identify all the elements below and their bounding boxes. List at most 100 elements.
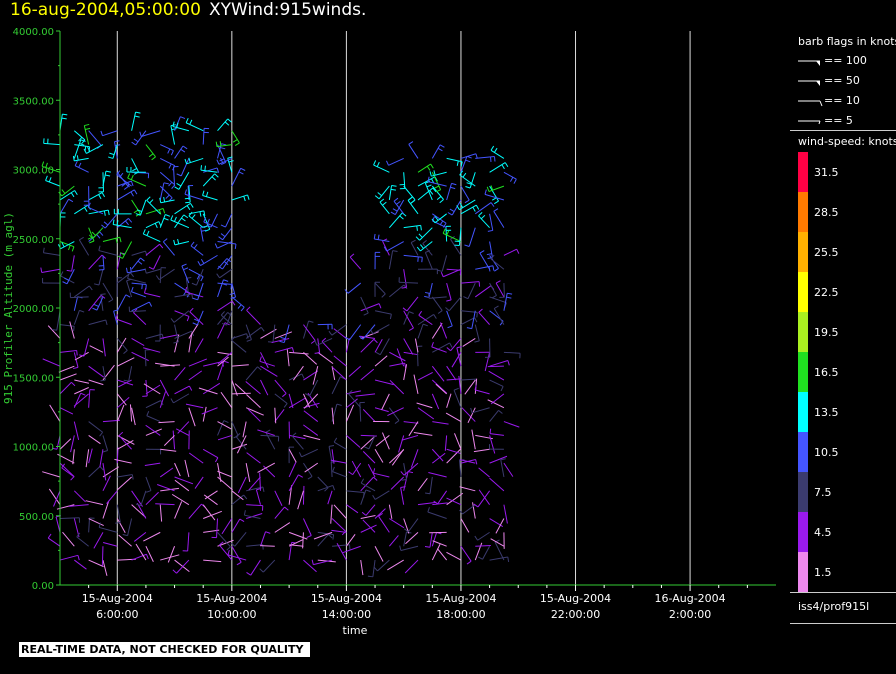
wind-barb-flag — [394, 420, 400, 424]
wind-barb-shaft — [331, 376, 341, 395]
wind-barb-shaft — [403, 463, 408, 480]
wind-barb-shaft — [389, 284, 405, 298]
legend-divider — [790, 592, 896, 593]
wind-barb-shaft — [217, 476, 233, 491]
wind-barb-shaft — [131, 301, 150, 312]
barb-symbol-icon — [798, 80, 820, 86]
wind-barb-flag — [184, 158, 188, 164]
wind-barb-flag — [364, 446, 370, 450]
wind-barb-shaft — [159, 467, 174, 478]
wind-barb-flag — [192, 297, 198, 301]
wind-barb-shaft — [373, 164, 390, 173]
speed-legend-row: 1.5 — [790, 552, 896, 592]
wind-barb-flag — [70, 476, 75, 481]
wind-barb-shaft — [43, 142, 61, 146]
wind-barb-flag — [100, 293, 106, 296]
speed-value-label: 10.5 — [814, 446, 839, 459]
wind-barb-flag — [472, 206, 476, 212]
wind-barb-flag — [141, 284, 143, 290]
wind-barb-shaft — [431, 379, 448, 394]
wind-barb-shaft — [440, 322, 448, 339]
wind-barb-flag — [509, 177, 514, 182]
wind-barb-shaft — [403, 531, 407, 547]
wind-barb-flag — [462, 172, 467, 178]
speed-value-label: 28.5 — [814, 206, 839, 219]
speed-value-label: 4.5 — [814, 526, 832, 539]
wind-barb-shaft — [59, 462, 75, 477]
wind-barb-shaft — [88, 389, 91, 408]
wind-barb-flag — [265, 429, 271, 433]
wind-barb-flag — [133, 209, 139, 214]
wind-barb-flag — [70, 192, 75, 198]
wind-barb-shaft — [494, 541, 505, 561]
wind-barb-flag — [172, 121, 175, 127]
speed-value-label: 1.5 — [814, 566, 832, 579]
wind-barb-shaft — [131, 112, 137, 131]
wind-barb-flag — [431, 342, 434, 348]
wind-barb-shaft — [428, 282, 433, 298]
wind-barb-flag — [379, 198, 385, 203]
wind-barb-shaft — [274, 409, 285, 422]
wind-barb-shaft — [451, 199, 462, 216]
wind-barb-shaft — [143, 233, 161, 242]
wind-barb-flag — [449, 208, 455, 212]
wind-barb-shaft — [245, 463, 251, 482]
wind-barb-shaft — [194, 338, 204, 353]
wind-barb-shaft — [59, 517, 80, 520]
wind-barb-shaft — [102, 435, 109, 451]
wind-barb-flag — [507, 556, 510, 562]
wind-barb-shaft — [131, 250, 146, 256]
wind-barb-shaft — [255, 489, 261, 505]
wind-barb-shaft — [231, 545, 242, 563]
wind-barb-flag — [122, 533, 128, 537]
wind-barb-flag — [361, 511, 367, 516]
wind-barb-flag — [420, 225, 422, 231]
wind-barb-flag — [239, 518, 245, 523]
y-tick-label: 3500.00 — [13, 96, 54, 107]
wind-barb-shaft — [345, 534, 356, 547]
wind-barb-flag — [173, 341, 179, 344]
wind-barb-shaft — [174, 214, 185, 228]
wind-barb-shaft — [432, 421, 449, 425]
wind-barb-shaft — [174, 476, 194, 485]
wind-barb-shaft — [303, 434, 321, 441]
speed-color-swatch — [798, 432, 808, 472]
wind-barb-shaft — [503, 462, 514, 477]
wind-barb-flag — [174, 216, 177, 222]
wind-barb-shaft — [257, 462, 276, 473]
wind-barb-flag — [127, 273, 130, 279]
wind-barb-shaft — [460, 518, 470, 533]
wind-barb-flag — [130, 174, 134, 180]
wind-barb-shaft — [467, 282, 476, 299]
wind-barb-shaft — [113, 310, 118, 325]
wind-barb-flag — [291, 432, 297, 437]
wind-barb-flag — [207, 218, 210, 224]
wind-barb-shaft — [490, 149, 505, 159]
wind-barb-shaft — [203, 559, 222, 563]
wind-barb-shaft — [99, 526, 118, 533]
wind-barb-shaft — [407, 518, 419, 533]
wind-barb-shaft — [102, 130, 118, 137]
wind-barb-flag — [451, 182, 457, 186]
wind-barb-shaft — [204, 490, 218, 500]
wind-barb-shaft — [378, 185, 390, 200]
wind-barb-shaft — [217, 421, 232, 430]
wind-barb-flag — [148, 153, 154, 158]
wind-barb-shaft — [342, 545, 361, 554]
speed-value-label: 22.5 — [814, 286, 839, 299]
wind-barb-shaft — [242, 421, 247, 438]
wind-barb-flag — [223, 360, 229, 364]
wind-barb-shaft — [387, 559, 404, 571]
wind-barb-flag — [238, 171, 244, 175]
wind-barb-flag — [283, 403, 288, 408]
wind-barb-flag — [447, 212, 453, 216]
wind-barb-flag — [332, 534, 335, 540]
wind-barb-flag — [170, 318, 175, 323]
wind-barb-flag — [123, 186, 129, 190]
wind-barb-flag — [220, 233, 226, 237]
wind-barb-shaft — [473, 448, 490, 453]
wind-barb-shaft — [42, 358, 61, 367]
wind-barb-shaft — [424, 252, 433, 270]
wind-barb-shaft — [489, 433, 504, 436]
wind-barb-flag — [437, 269, 443, 272]
